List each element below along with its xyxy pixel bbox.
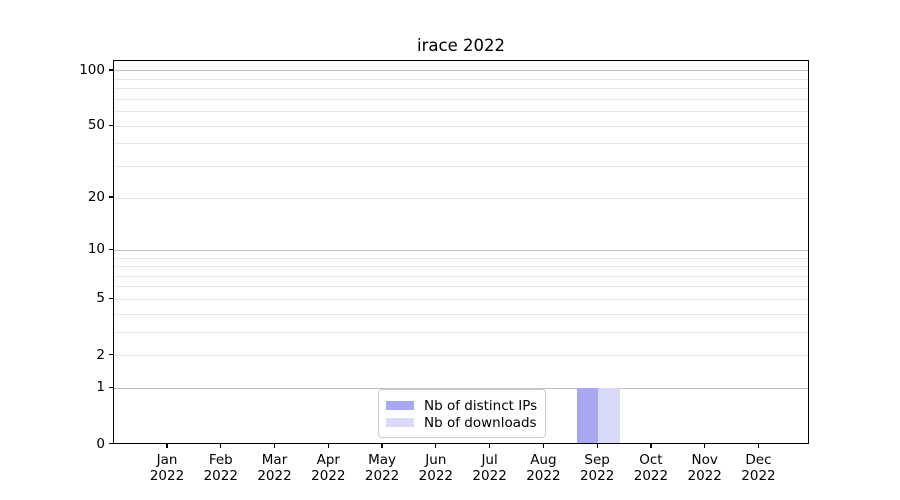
y-tick-mark (109, 443, 113, 444)
y-tick-label: 50 (40, 116, 105, 134)
y-gridline-minor (114, 198, 808, 199)
y-tick-mark (109, 354, 113, 355)
x-tick-mark (220, 444, 221, 448)
y-gridline-minor (114, 79, 808, 80)
y-gridline-minor (114, 166, 808, 167)
x-tick-mark (274, 444, 275, 448)
x-tick-year: 2022 (726, 468, 790, 484)
y-gridline-minor (114, 88, 808, 89)
y-gridline-minor (114, 258, 808, 259)
y-tick-mark (109, 249, 113, 250)
y-gridline-major (114, 70, 808, 71)
y-tick-mark (109, 387, 113, 388)
x-tick-mark (489, 444, 490, 448)
y-tick-mark (109, 125, 113, 126)
bar-distinct-ips (577, 388, 599, 443)
legend-swatch-distinct-ips (386, 401, 414, 410)
y-gridline-minor (114, 126, 808, 127)
x-tick-mark (704, 444, 705, 448)
y-tick-label: 20 (40, 188, 105, 206)
x-tick-mark (381, 444, 382, 448)
y-tick-label: 5 (40, 289, 105, 307)
x-tick-mark (758, 444, 759, 448)
y-tick-label: 1 (40, 378, 105, 396)
y-gridline-minor (114, 332, 808, 333)
legend-swatch-downloads (386, 418, 414, 427)
y-gridline-major (114, 250, 808, 251)
x-tick-mark (328, 444, 329, 448)
y-tick-label: 10 (40, 240, 105, 258)
legend-label-downloads: Nb of downloads (424, 415, 537, 431)
x-tick-mark (650, 444, 651, 448)
bar-downloads (598, 388, 620, 443)
y-gridline-minor (114, 99, 808, 100)
x-tick-mark (543, 444, 544, 448)
y-tick-mark (109, 69, 113, 70)
x-tick-label: Dec2022 (726, 452, 790, 484)
y-tick-mark (109, 298, 113, 299)
y-gridline-minor (114, 299, 808, 300)
y-gridline-minor (114, 286, 808, 287)
y-gridline-minor (114, 355, 808, 356)
plot-area (113, 60, 809, 444)
y-tick-mark (109, 196, 113, 197)
figure-canvas: irace 2022 0125102050100Jan2022Feb2022Ma… (0, 0, 900, 500)
y-gridline-minor (114, 276, 808, 277)
x-tick-mark (435, 444, 436, 448)
y-gridline-minor (114, 314, 808, 315)
y-tick-label: 0 (40, 435, 105, 453)
legend-entry-downloads: Nb of downloads (386, 414, 537, 431)
x-tick-mark (597, 444, 598, 448)
y-gridline-minor (114, 266, 808, 267)
y-gridline-minor (114, 111, 808, 112)
legend-entry-distinct-ips: Nb of distinct IPs (386, 397, 537, 414)
x-tick-month: Dec (726, 452, 790, 468)
y-tick-label: 100 (40, 61, 105, 79)
y-gridline-minor (114, 143, 808, 144)
chart-title: irace 2022 (113, 36, 809, 55)
legend-label-distinct-ips: Nb of distinct IPs (424, 398, 537, 414)
x-tick-mark (166, 444, 167, 448)
y-tick-label: 2 (40, 346, 105, 364)
legend: Nb of distinct IPs Nb of downloads (378, 389, 546, 438)
